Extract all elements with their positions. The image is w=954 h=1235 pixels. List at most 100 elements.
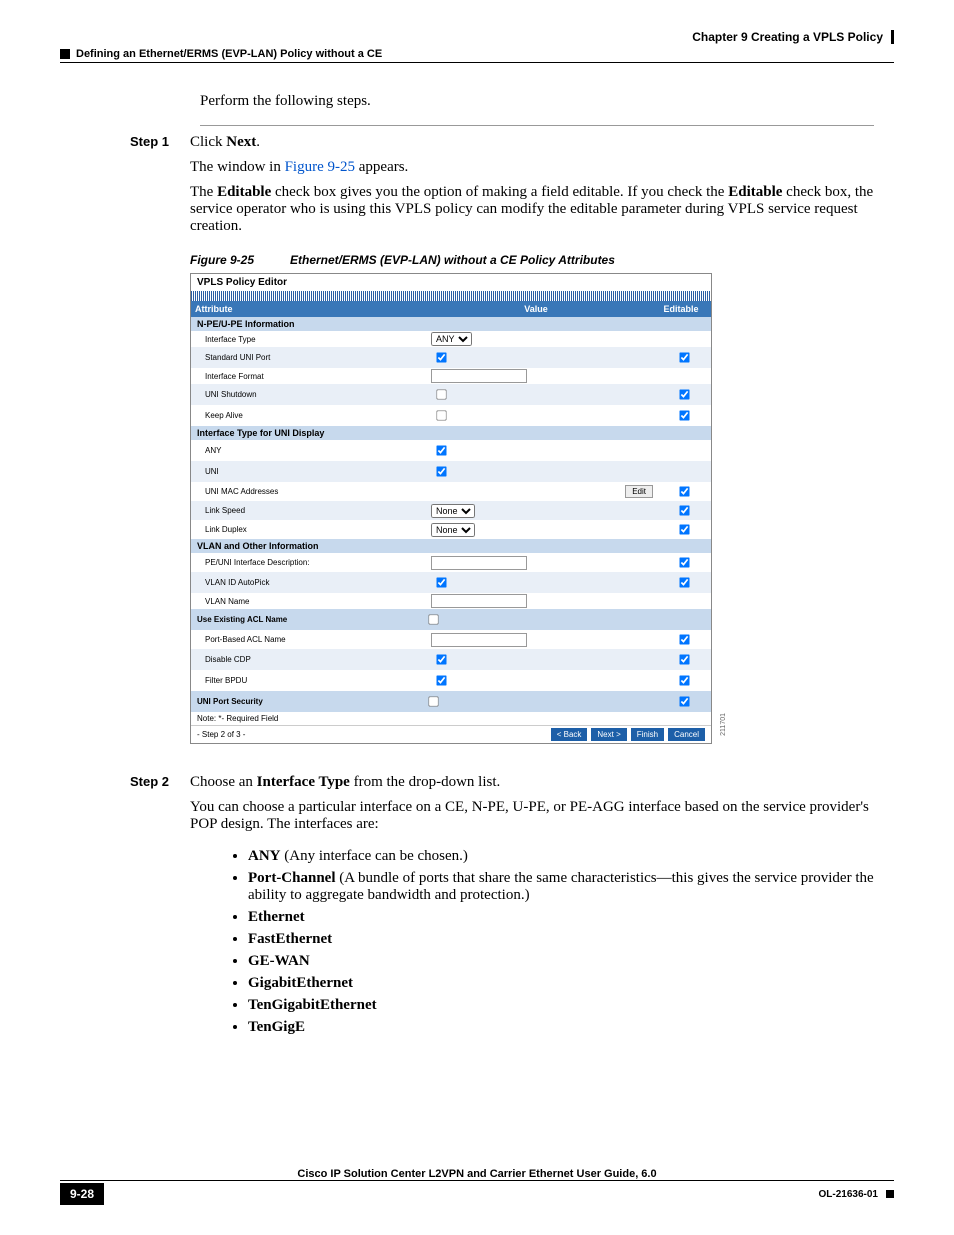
vpls-editor-screenshot: VPLS Policy Editor Attribute Value Edita…: [190, 273, 712, 744]
finish-button[interactable]: Finish: [631, 728, 664, 741]
form-row: UNI Shutdown: [191, 384, 711, 405]
form-row: UNI MAC Addresses Edit: [191, 482, 711, 501]
field-checkbox[interactable]: [436, 410, 446, 420]
uni-port-security-checkbox[interactable]: [428, 696, 438, 706]
step1-label: Step 1: [130, 134, 190, 744]
field-text[interactable]: [431, 369, 527, 383]
form-row: Port-Based ACL Name: [191, 630, 711, 649]
field-label: Filter BPDU: [191, 674, 427, 687]
form-row: Link Duplex None: [191, 520, 711, 539]
field-label: Interface Type: [191, 333, 427, 346]
form-row: Interface Type ANY: [191, 331, 711, 347]
editable-checkbox[interactable]: [679, 634, 689, 644]
step1-line3: The Editable check box gives you the opt…: [190, 184, 874, 235]
editable-checkbox[interactable]: [679, 505, 689, 515]
field-label: VLAN Name: [191, 595, 427, 608]
step-indicator: - Step 2 of 3 -: [197, 730, 245, 739]
cancel-button[interactable]: Cancel: [668, 728, 705, 741]
acl-checkbox[interactable]: [428, 614, 438, 624]
form-row: ANY: [191, 440, 711, 461]
back-button[interactable]: < Back: [551, 728, 588, 741]
field-text[interactable]: [431, 633, 527, 647]
list-item: FastEthernet: [248, 931, 874, 948]
field-label: Interface Format: [191, 370, 427, 383]
header-marker-icon: [60, 49, 70, 59]
list-item: GigabitEthernet: [248, 975, 874, 992]
field-checkbox[interactable]: [436, 445, 446, 455]
field-checkbox[interactable]: [436, 466, 446, 476]
step1-line1: Click Next.: [190, 134, 874, 151]
form-row: Link Speed None: [191, 501, 711, 520]
field-label: Link Duplex: [191, 523, 427, 536]
form-row: Standard UNI Port: [191, 347, 711, 368]
field-checkbox[interactable]: [436, 654, 446, 664]
list-item: Port-Channel (A bundle of ports that sha…: [248, 870, 874, 904]
page-number: 9-28: [60, 1183, 104, 1205]
editable-checkbox[interactable]: [679, 654, 689, 664]
figure-caption: Figure 9-25Ethernet/ERMS (EVP-LAN) witho…: [190, 253, 874, 267]
list-item: TenGigE: [248, 1019, 874, 1036]
editable-checkbox[interactable]: [679, 352, 689, 362]
editable-checkbox[interactable]: [679, 524, 689, 534]
field-label: PE/UNI Interface Description:: [191, 556, 427, 569]
section-uni-port-security: UNI Port Security: [191, 691, 711, 712]
list-item: TenGigabitEthernet: [248, 997, 874, 1014]
form-row: Keep Alive: [191, 405, 711, 426]
section-heading: Defining an Ethernet/ERMS (EVP-LAN) Poli…: [60, 48, 894, 60]
field-label: Standard UNI Port: [191, 351, 427, 364]
figure-id: 211701: [720, 713, 727, 736]
form-row: Disable CDP: [191, 649, 711, 670]
field-checkbox[interactable]: [436, 352, 446, 362]
form-row: PE/UNI Interface Description:: [191, 553, 711, 572]
editable-checkbox[interactable]: [679, 410, 689, 420]
field-text[interactable]: [431, 556, 527, 570]
list-item: Ethernet: [248, 909, 874, 926]
required-note: Note: *- Required Field: [191, 712, 711, 725]
section-npe: N-PE/U-PE Information: [191, 317, 711, 331]
field-label: UNI: [191, 465, 427, 478]
field-label: Link Speed: [191, 504, 427, 517]
footer-title: Cisco IP Solution Center L2VPN and Carri…: [60, 1168, 894, 1180]
field-select[interactable]: ANY: [431, 332, 472, 346]
form-row: Interface Format: [191, 368, 711, 384]
step2-label: Step 2: [130, 774, 190, 1051]
editable-checkbox[interactable]: [679, 675, 689, 685]
editor-columns: Attribute Value Editable: [191, 301, 711, 317]
section-acl: Use Existing ACL Name: [191, 609, 711, 630]
footer-marker-icon: [886, 1190, 894, 1198]
form-row: VLAN Name: [191, 593, 711, 609]
editable-checkbox[interactable]: [679, 557, 689, 567]
field-select[interactable]: None: [431, 504, 475, 518]
field-select[interactable]: None: [431, 523, 475, 537]
field-label: Disable CDP: [191, 653, 427, 666]
editable-checkbox[interactable]: [679, 486, 689, 496]
editable-checkbox[interactable]: [679, 389, 689, 399]
field-label: UNI MAC Addresses: [191, 485, 427, 498]
step1-line2: The window in Figure 9-25 appears.: [190, 159, 874, 176]
field-label: Keep Alive: [191, 409, 427, 422]
doc-id: OL-21636-01: [819, 1189, 878, 1200]
form-row: VLAN ID AutoPick: [191, 572, 711, 593]
field-label: VLAN ID AutoPick: [191, 576, 427, 589]
editor-title: VPLS Policy Editor: [191, 274, 711, 291]
field-text[interactable]: [431, 594, 527, 608]
list-item: GE-WAN: [248, 953, 874, 970]
list-item: ANY (Any interface can be chosen.): [248, 848, 874, 865]
field-label: Port-Based ACL Name: [191, 633, 427, 646]
form-row: Filter BPDU: [191, 670, 711, 691]
interface-list: ANY (Any interface can be chosen.) Port-C…: [208, 848, 874, 1036]
edit-button[interactable]: Edit: [625, 485, 653, 498]
chapter-heading: Chapter 9 Creating a VPLS Policy: [60, 30, 894, 44]
field-label: UNI Shutdown: [191, 388, 427, 401]
next-button[interactable]: Next >: [591, 728, 626, 741]
intro-text: Perform the following steps.: [200, 93, 874, 110]
field-checkbox[interactable]: [436, 675, 446, 685]
editable-checkbox[interactable]: [679, 577, 689, 587]
field-checkbox[interactable]: [436, 577, 446, 587]
form-row: UNI: [191, 461, 711, 482]
field-label: ANY: [191, 444, 427, 457]
uni-port-security-editable[interactable]: [679, 696, 689, 706]
figure-link[interactable]: Figure 9-25: [285, 159, 355, 175]
section-vlan: VLAN and Other Information: [191, 539, 711, 553]
field-checkbox[interactable]: [436, 389, 446, 399]
